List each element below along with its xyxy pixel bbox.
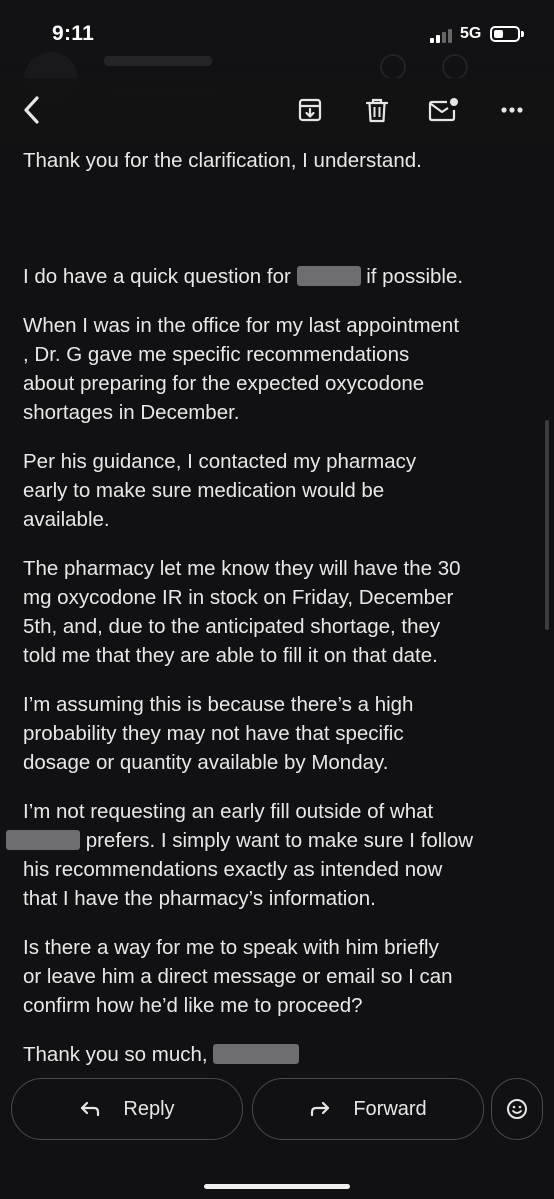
mark-unread-icon — [428, 98, 458, 122]
emoji-reaction-button[interactable] — [491, 1078, 543, 1140]
forward-icon — [311, 1101, 330, 1117]
status-time: 9:11 — [52, 22, 95, 45]
back-button[interactable] — [10, 88, 54, 132]
mark-unread-button[interactable] — [422, 88, 466, 132]
forward-label: Forward — [353, 1097, 427, 1120]
sender-name-placeholder — [104, 56, 212, 66]
reply-ghost-icon — [442, 54, 468, 80]
home-indicator[interactable] — [204, 1184, 350, 1189]
more-options-icon — [501, 107, 523, 113]
message-text: prefers. I simply want to make sure I fo… — [23, 829, 474, 910]
reply-label: Reply — [123, 1097, 175, 1120]
message-paragraph: Is there a way for me to speak with him … — [23, 936, 453, 1017]
message-text: Thank you so much, — [23, 1043, 208, 1066]
network-label: 5G — [460, 25, 482, 42]
reply-button[interactable]: Reply — [11, 1078, 243, 1140]
message-text: I do have a quick question for — [23, 265, 291, 288]
forward-button[interactable]: Forward — [252, 1078, 484, 1140]
scroll-indicator[interactable] — [545, 420, 549, 630]
battery-icon — [490, 26, 520, 42]
redacted-signature — [213, 1044, 300, 1064]
archive-icon — [298, 98, 322, 122]
delete-button[interactable] — [355, 88, 399, 132]
message-signoff: Thank you so much, — [23, 1040, 538, 1069]
email-screen: 9:11 5G Thank you for the clarification,… — [0, 0, 554, 1199]
message-paragraph: I’m not requesting an early fill outside… — [23, 800, 434, 823]
more-options-button[interactable] — [490, 88, 534, 132]
message-paragraph-question: I do have a quick question for if possib… — [23, 262, 538, 291]
back-arrow-icon — [24, 96, 39, 124]
redacted-name — [296, 266, 361, 286]
message-paragraph: Thank you for the clarification, I under… — [23, 149, 422, 172]
cellular-signal-icon — [430, 29, 456, 43]
status-bar: 9:11 5G — [0, 0, 554, 62]
message-paragraph: When I was in the office for my last app… — [23, 314, 460, 424]
battery-cap — [521, 31, 524, 37]
message-toolbar — [0, 78, 554, 140]
reaction-icon — [380, 54, 406, 80]
message-body: Thank you for the clarification, I under… — [6, 146, 538, 1069]
emoji-reaction-icon — [507, 1099, 527, 1119]
reply-icon — [81, 1101, 100, 1117]
message-text: if possible. — [366, 265, 464, 288]
bottom-action-bar: Reply Forward — [0, 1072, 554, 1199]
message-paragraph: The pharmacy let me know they will have … — [23, 557, 461, 667]
trash-icon — [365, 98, 389, 123]
archive-button[interactable] — [288, 88, 332, 132]
redacted-name — [6, 830, 80, 850]
message-paragraph: Per his guidance, I contacted my pharmac… — [23, 450, 417, 531]
message-paragraph-prefers: prefers. I simply want to make sure I fo… — [6, 826, 538, 913]
message-paragraph: I’m assuming this is because there’s a h… — [23, 693, 414, 774]
